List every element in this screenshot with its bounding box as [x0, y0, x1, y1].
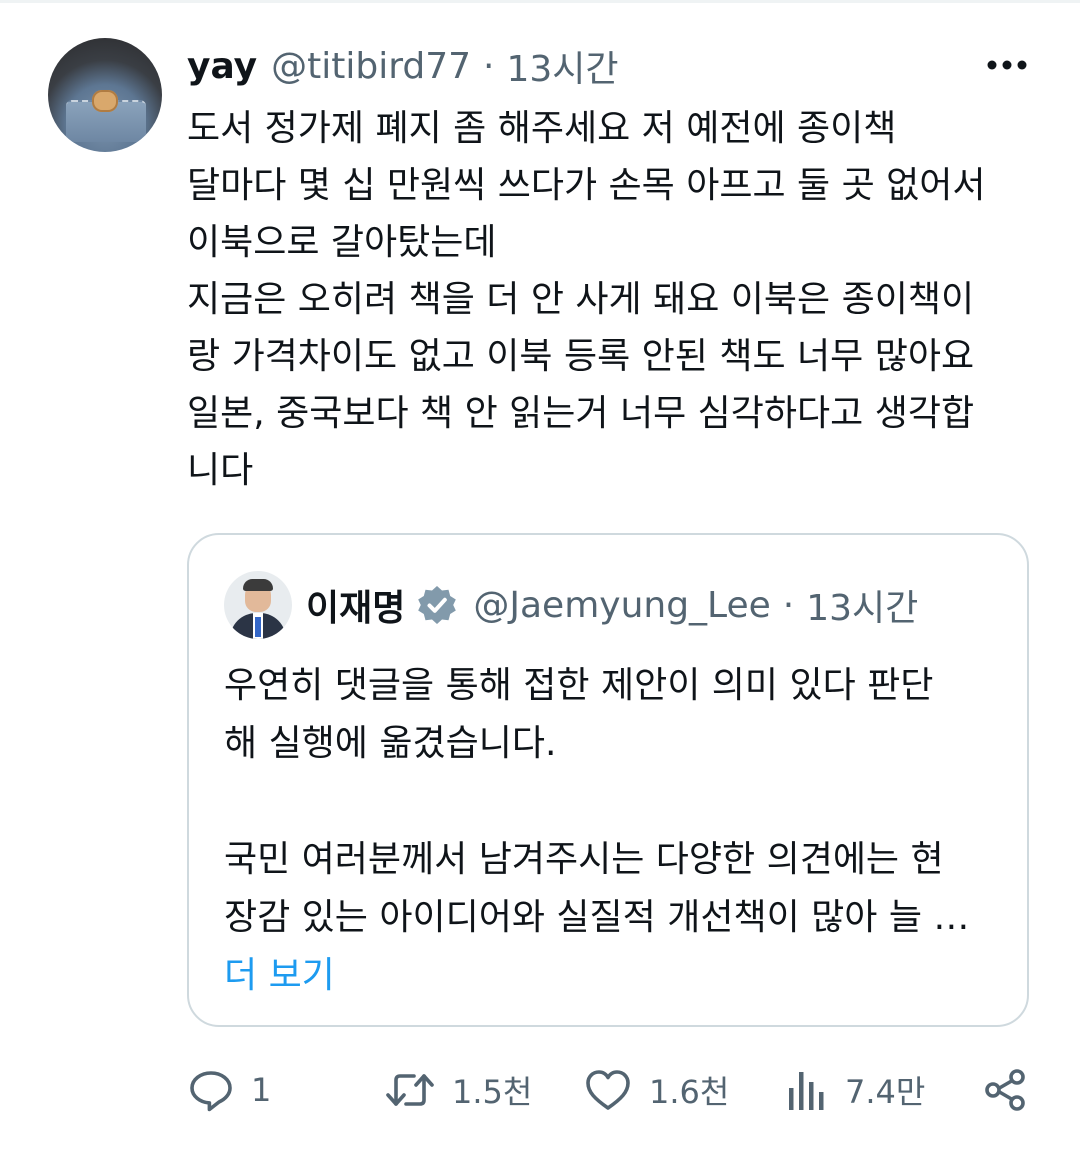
tweet-text: 도서 정가제 폐지 좀 해주세요 저 예전에 종이책 달마다 몇 십 만원씩 쓰… — [187, 100, 1047, 499]
quoted-tweet-header: 이재명 @Jaemyung_Lee · 13시간 — [306, 575, 918, 635]
header-separator: · — [483, 45, 495, 87]
tweet-text-line: 랑 가격차이도 없고 이북 등록 안된 책도 너무 많아요 — [187, 336, 975, 377]
view-count: 7.4만 — [845, 1073, 926, 1111]
tweet-text-line: 달마다 몇 십 만원씩 쓰다가 손목 아프고 둘 곳 없어서 — [187, 165, 986, 206]
bar-chart-icon — [785, 1066, 829, 1114]
views-button[interactable]: 7.4만 — [785, 1060, 925, 1120]
avatar-tie-graphic — [255, 617, 261, 637]
quoted-tweet-text: 우연히 댓글을 통해 접한 제안이 의미 있다 판단 해 실행에 옮겼습니다. … — [224, 657, 1014, 1005]
quoted-text-line: 우연히 댓글을 통해 접한 제안이 의미 있다 판단 — [224, 665, 934, 706]
tweet-header: yay @titibird77 · 13시간 — [187, 40, 619, 92]
retweet-icon — [384, 1066, 436, 1114]
retweet-count: 1.5천 — [452, 1073, 533, 1111]
top-divider — [0, 0, 1080, 3]
retweet-button[interactable]: 1.5천 — [384, 1060, 532, 1120]
quoted-author-handle: @Jaemyung_Lee — [473, 584, 771, 626]
reply-button[interactable]: 1 — [187, 1060, 271, 1120]
heart-icon — [583, 1066, 633, 1114]
quoted-tweet-time: 13시간 — [806, 588, 919, 629]
share-button[interactable] — [981, 1060, 1029, 1120]
reply-icon — [187, 1066, 235, 1114]
quoted-text-line: 장감 있는 아이디어와 실질적 개선책이 많아 늘 … — [224, 897, 970, 938]
tweet-text-line: 지금은 오히려 책을 더 안 사게 돼요 이북은 종이책이 — [187, 279, 975, 320]
quoted-text-line — [224, 773, 1014, 831]
reply-count: 1 — [251, 1071, 272, 1109]
tweet-text-line: 일본, 중국보다 책 안 읽는거 너무 심각하다고 생각합 — [187, 393, 975, 434]
author-name[interactable]: yay — [187, 46, 257, 87]
avatar-hair-graphic — [243, 579, 273, 591]
verified-badge-icon — [415, 583, 459, 627]
author-avatar[interactable] — [48, 38, 162, 152]
like-count: 1.6천 — [649, 1073, 730, 1111]
tweet-text-line: 도서 정가제 폐지 좀 해주세요 저 예전에 종이책 — [187, 108, 897, 149]
tweet-text-line: 니다 — [187, 450, 254, 491]
quoted-text-line: 해 실행에 옮겼습니다. — [224, 723, 557, 764]
quoted-author-avatar — [224, 571, 292, 639]
author-handle[interactable]: @titibird77 — [271, 46, 471, 87]
avatar-bear-graphic — [92, 90, 118, 112]
quoted-header-separator: · — [782, 584, 795, 626]
like-button[interactable]: 1.6천 — [583, 1060, 729, 1120]
quoted-author-name: 이재명 — [306, 588, 406, 629]
quoted-text-line: 국민 여러분께서 남겨주시는 다양한 의견에는 현 — [224, 839, 944, 880]
action-bar: 1 1.5천 1.6천 7.4만 — [187, 1060, 1047, 1120]
show-more-link[interactable]: 더 보기 — [224, 947, 1014, 1005]
more-options-icon[interactable] — [984, 50, 1030, 80]
quoted-tweet-card[interactable]: 이재명 @Jaemyung_Lee · 13시간 우연히 댓글을 통해 접한 제… — [187, 533, 1029, 1027]
tweet-time[interactable]: 13시간 — [507, 40, 619, 92]
tweet-text-line: 이북으로 갈아탔는데 — [187, 222, 497, 263]
share-icon — [981, 1066, 1029, 1114]
